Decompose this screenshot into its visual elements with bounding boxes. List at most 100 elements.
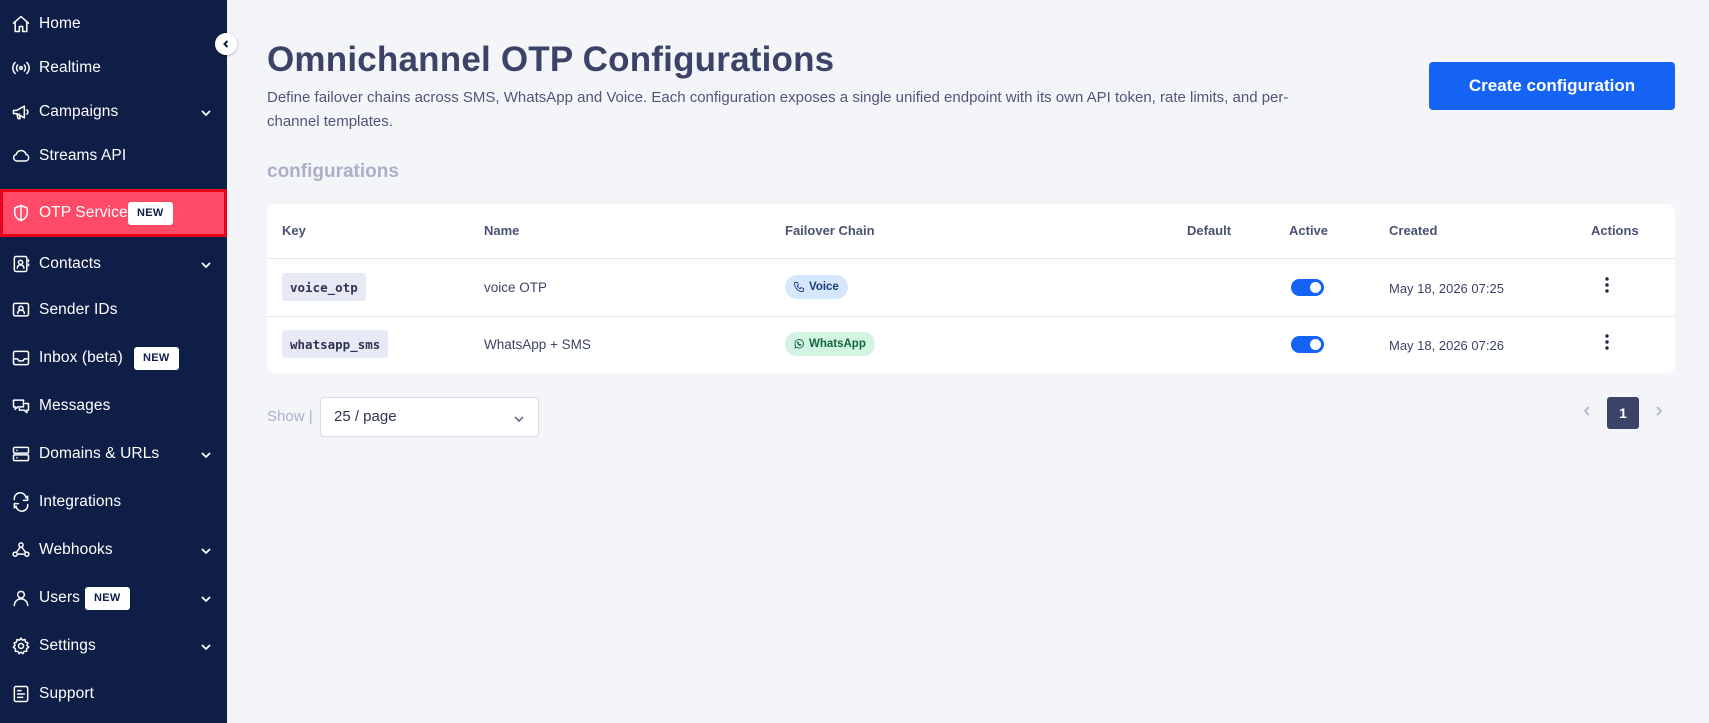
support-icon <box>11 684 31 704</box>
chevron-left-icon <box>1583 406 1590 416</box>
sidebar-item-label: Campaigns <box>39 103 119 120</box>
sidebar-item-otp-service[interactable]: OTP Service NEW <box>0 189 227 237</box>
config-key: voice_otp <box>282 273 366 301</box>
sidebar-item-inbox[interactable]: Inbox (beta) NEW <box>0 334 227 382</box>
new-badge: NEW <box>128 201 173 225</box>
sidebar-item-label: Support <box>39 685 94 702</box>
user-icon <box>11 588 31 608</box>
channel-label: Voice <box>809 281 839 293</box>
sidebar-item-domains-urls[interactable]: Domains & URLs <box>0 430 227 478</box>
chevron-down-icon <box>200 640 212 652</box>
chevron-down-icon <box>200 258 212 270</box>
active-toggle[interactable] <box>1291 336 1324 353</box>
gear-icon <box>11 636 31 656</box>
new-badge: NEW <box>85 586 130 610</box>
megaphone-icon <box>11 102 31 122</box>
column-header-default: Default <box>1187 223 1232 238</box>
created-date: May 18, 2026 07:26 <box>1389 338 1504 353</box>
page-description: Define failover chains across SMS, Whats… <box>267 89 1289 130</box>
created-date: May 18, 2026 07:25 <box>1389 281 1504 296</box>
channel-badge-voice: Voice <box>785 275 848 299</box>
chevron-right-icon <box>1656 406 1663 416</box>
inbox-icon <box>11 348 31 368</box>
active-toggle[interactable] <box>1291 279 1324 296</box>
broadcast-icon <box>11 58 31 78</box>
sidebar-item-campaigns[interactable]: Campaigns <box>0 88 227 136</box>
page-number-button[interactable]: 1 <box>1607 397 1639 429</box>
cloud-icon <box>11 146 31 166</box>
column-header-failover-chain: Failover Chain <box>785 223 875 238</box>
previous-page-button[interactable] <box>1580 404 1594 418</box>
webhook-icon <box>11 540 31 560</box>
chevron-down-icon <box>200 106 212 118</box>
sidebar-item-label: Home <box>39 15 81 32</box>
config-name: WhatsApp + SMS <box>484 337 591 352</box>
channel-badge-whatsapp: WhatsApp <box>785 332 875 356</box>
toggle-knob <box>1310 282 1321 293</box>
sidebar-item-users[interactable]: Users NEW <box>0 574 227 622</box>
column-header-key: Key <box>282 223 306 238</box>
config-name: voice OTP <box>484 280 548 295</box>
column-header-created: Created <box>1389 223 1438 238</box>
new-badge: NEW <box>134 346 179 370</box>
sidebar-item-label: Domains & URLs <box>39 445 160 462</box>
sidebar-item-streams-api[interactable]: Streams API <box>0 132 227 180</box>
sidebar: Home Realtime Campaigns Streams API OTP … <box>0 0 227 723</box>
show-label: Show | <box>267 408 313 425</box>
sidebar-item-support[interactable]: Support <box>0 670 227 718</box>
sidebar-item-label: Streams API <box>39 147 127 164</box>
home-icon <box>11 14 31 34</box>
collapse-sidebar-button[interactable] <box>215 33 237 55</box>
page-size-select[interactable]: 25 / page <box>320 397 539 437</box>
page-title: Omnichannel OTP Configurations <box>267 40 835 79</box>
whatsapp-icon <box>794 339 804 349</box>
swap-icon <box>11 492 31 512</box>
phone-icon <box>794 282 804 292</box>
contacts-icon <box>11 254 31 274</box>
chevron-down-icon <box>513 412 525 424</box>
column-header-name: Name <box>484 223 520 238</box>
create-configuration-button[interactable]: Create configuration <box>1429 62 1675 110</box>
sidebar-item-label: Messages <box>39 397 111 414</box>
chevron-down-icon <box>200 592 212 604</box>
kebab-menu-icon <box>1605 334 1609 350</box>
column-header-actions: Actions <box>1591 223 1639 238</box>
kebab-menu-icon <box>1605 277 1609 293</box>
server-icon <box>11 444 31 464</box>
sidebar-item-label: Users <box>39 589 80 606</box>
sidebar-item-contacts[interactable]: Contacts <box>0 240 227 288</box>
page-size-value: 25 / page <box>334 408 397 425</box>
row-actions-button[interactable] <box>1599 275 1615 295</box>
config-key: whatsapp_sms <box>282 330 389 358</box>
sidebar-item-label: Inbox (beta) <box>39 349 123 366</box>
section-title: configurations <box>267 161 399 182</box>
sidebar-item-label: Webhooks <box>39 541 113 558</box>
sidebar-item-home[interactable]: Home <box>0 0 227 48</box>
configurations-table: Key Name Failover Chain Default Active C… <box>267 204 1675 373</box>
toggle-knob <box>1310 339 1321 350</box>
row-actions-button[interactable] <box>1599 332 1615 352</box>
chevron-left-icon <box>223 40 229 48</box>
sidebar-item-settings[interactable]: Settings <box>0 622 227 670</box>
sidebar-item-webhooks[interactable]: Webhooks <box>0 526 227 574</box>
sidebar-item-messages[interactable]: Messages <box>0 382 227 430</box>
id-card-icon <box>11 300 31 320</box>
sidebar-item-integrations[interactable]: Integrations <box>0 478 227 526</box>
chat-icon <box>11 396 31 416</box>
chevron-down-icon <box>200 448 212 460</box>
divider <box>267 258 1675 259</box>
sidebar-item-label: Contacts <box>39 255 101 272</box>
sidebar-item-label: Sender IDs <box>39 301 118 318</box>
sidebar-item-label: OTP Service <box>39 204 128 221</box>
channel-label: WhatsApp <box>809 338 866 350</box>
sidebar-item-label: Realtime <box>39 59 101 76</box>
shield-icon <box>11 203 31 223</box>
sidebar-item-label: Integrations <box>39 493 122 510</box>
next-page-button[interactable] <box>1652 404 1666 418</box>
chevron-down-icon <box>200 544 212 556</box>
sidebar-item-sender-ids[interactable]: Sender IDs <box>0 286 227 334</box>
divider <box>267 316 1675 317</box>
sidebar-item-realtime[interactable]: Realtime <box>0 44 227 92</box>
column-header-active: Active <box>1289 223 1329 238</box>
sidebar-item-label: Settings <box>39 637 96 654</box>
